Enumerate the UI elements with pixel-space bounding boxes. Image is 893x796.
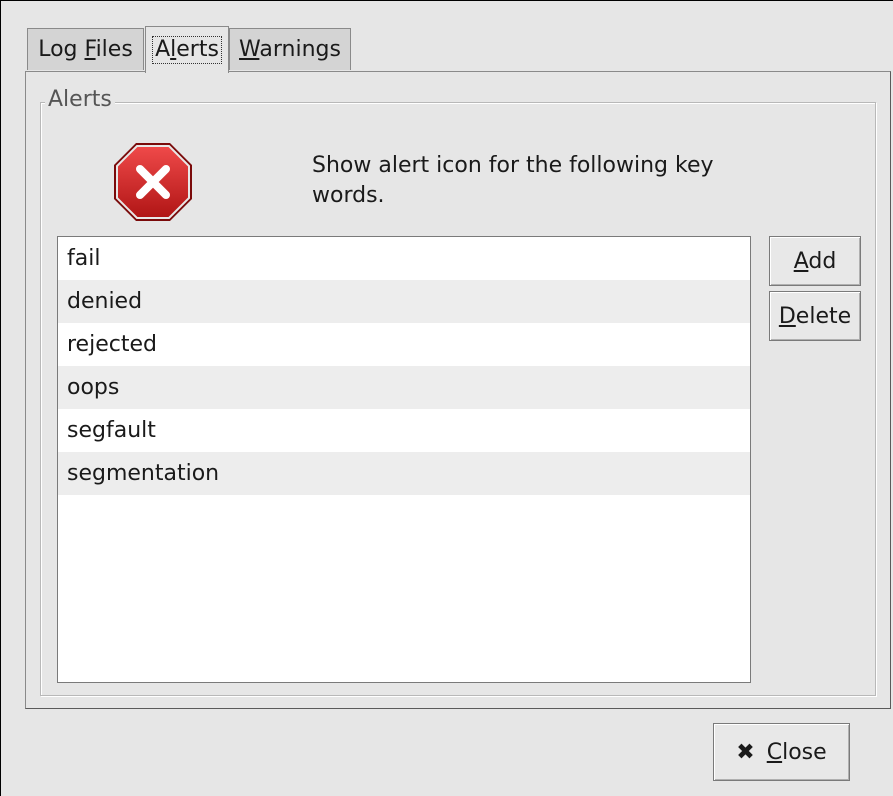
add-button[interactable]: Add [769, 236, 861, 286]
delete-button-label: Delete [778, 303, 852, 329]
list-item[interactable]: oops [58, 366, 750, 409]
tab-alerts[interactable]: Alerts [145, 26, 229, 73]
alerts-dialog: Log Files Alerts Warnings Alerts Show al… [0, 0, 893, 796]
error-stop-icon [111, 140, 195, 224]
tab-warnings[interactable]: Warnings [229, 28, 351, 70]
list-item[interactable]: segfault [58, 409, 750, 452]
tab-log-files[interactable]: Log Files [27, 28, 144, 70]
tab-log-files-label: Log Files [38, 37, 133, 62]
tab-alerts-label: Alerts [152, 36, 222, 64]
tab-panel-alerts: Alerts Show alert icon for the following… [25, 71, 891, 709]
tab-warnings-label: Warnings [239, 37, 341, 62]
frame-title: Alerts [45, 87, 115, 112]
keyword-list[interactable]: fail denied rejected oops segfault segme… [57, 236, 751, 683]
add-button-label: Add [793, 248, 837, 274]
list-item[interactable]: fail [58, 237, 750, 280]
list-item[interactable]: rejected [58, 323, 750, 366]
alerts-frame: Alerts Show alert icon for the following… [40, 87, 876, 696]
close-button[interactable]: ✖ Close [713, 723, 850, 781]
close-x-icon: ✖ [736, 739, 755, 765]
close-button-label: Close [766, 739, 827, 765]
alert-description: Show alert icon for the following key wo… [312, 153, 714, 208]
list-item[interactable]: segmentation [58, 452, 750, 495]
list-item[interactable]: denied [58, 280, 750, 323]
delete-button[interactable]: Delete [769, 291, 861, 341]
